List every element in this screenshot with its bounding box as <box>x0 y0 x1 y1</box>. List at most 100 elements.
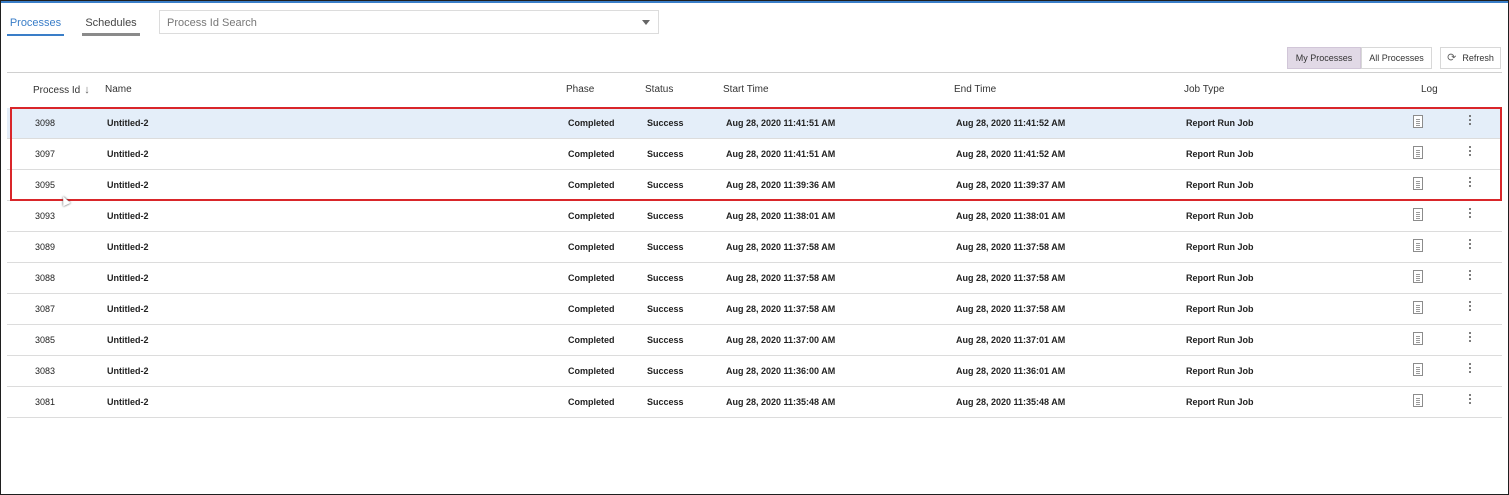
table-row[interactable]: 3083 Untitled-2 Completed Success Aug 28, 20… <box>7 356 1502 387</box>
cell-job-type: Report Run Job <box>1186 149 1254 159</box>
cell-name: Untitled-2 <box>107 397 149 407</box>
table-row[interactable]: 3097 Untitled-2 Completed Success Aug 28, 20… <box>7 139 1502 170</box>
cell-status: Success <box>647 211 684 221</box>
table-row[interactable]: 3089 Untitled-2 Completed Success Aug 28, 20… <box>7 232 1502 263</box>
process-id-search-combobox[interactable]: Process Id Search <box>159 10 659 34</box>
cell-name: Untitled-2 <box>107 118 149 128</box>
log-document-icon[interactable] <box>1413 239 1423 252</box>
tab-schedules[interactable]: Schedules <box>82 14 140 36</box>
header-process-id[interactable]: Process Id ↓ <box>33 84 90 96</box>
more-options-icon[interactable] <box>1468 363 1471 375</box>
header-end-time: End Time <box>954 84 997 95</box>
log-document-icon[interactable] <box>1413 208 1423 221</box>
cell-process-id: 3089 <box>35 242 56 252</box>
header-log: Log <box>1421 84 1438 95</box>
table-row[interactable]: 3085 Untitled-2 Completed Success Aug 28, 20… <box>7 325 1502 356</box>
more-options-icon[interactable] <box>1468 146 1471 158</box>
table-row[interactable]: 3098 Untitled-2 Completed Success Aug 28, 20… <box>7 108 1502 139</box>
more-options-icon[interactable] <box>1468 177 1471 189</box>
sort-descending-icon[interactable]: ↓ <box>84 84 90 96</box>
log-document-icon[interactable] <box>1413 332 1423 345</box>
cell-name: Untitled-2 <box>107 180 149 190</box>
header-job-type: Job Type <box>1184 84 1225 95</box>
cell-process-id: 3093 <box>35 211 56 221</box>
cell-status: Success <box>647 149 684 159</box>
log-document-icon[interactable] <box>1413 177 1423 190</box>
cell-name: Untitled-2 <box>107 304 149 314</box>
log-document-icon[interactable] <box>1413 301 1423 314</box>
more-options-icon[interactable] <box>1468 115 1471 127</box>
cell-end-time: Aug 28, 2020 11:37:01 AM <box>956 335 1066 345</box>
header-process-id-label: Process Id <box>33 85 81 96</box>
cell-start-time: Aug 28, 2020 11:41:51 AM <box>726 118 836 128</box>
more-options-icon[interactable] <box>1468 394 1471 406</box>
refresh-label: Refresh <box>1462 53 1494 63</box>
cell-process-id: 3081 <box>35 397 56 407</box>
cell-process-id: 3087 <box>35 304 56 314</box>
cell-job-type: Report Run Job <box>1186 304 1254 314</box>
log-document-icon[interactable] <box>1413 363 1423 376</box>
cell-job-type: Report Run Job <box>1186 180 1254 190</box>
tab-underline <box>82 33 140 36</box>
cell-phase: Completed <box>568 149 615 159</box>
cell-phase: Completed <box>568 242 615 252</box>
more-options-icon[interactable] <box>1468 208 1471 220</box>
cell-start-time: Aug 28, 2020 11:36:00 AM <box>726 366 836 376</box>
header-name: Name <box>105 84 132 95</box>
cell-end-time: Aug 28, 2020 11:37:58 AM <box>956 304 1066 314</box>
cell-phase: Completed <box>568 118 615 128</box>
cell-job-type: Report Run Job <box>1186 335 1254 345</box>
chevron-down-icon[interactable] <box>642 20 650 25</box>
cell-status: Success <box>647 397 684 407</box>
cell-phase: Completed <box>568 211 615 221</box>
cell-phase: Completed <box>568 180 615 190</box>
cell-status: Success <box>647 366 684 376</box>
cell-name: Untitled-2 <box>107 149 149 159</box>
cell-process-id: 3097 <box>35 149 56 159</box>
cell-end-time: Aug 28, 2020 11:37:58 AM <box>956 242 1066 252</box>
cell-status: Success <box>647 242 684 252</box>
cell-start-time: Aug 28, 2020 11:35:48 AM <box>726 397 836 407</box>
my-processes-button[interactable]: My Processes <box>1287 47 1361 69</box>
table-row[interactable]: 3081 Untitled-2 Completed Success Aug 28, 20… <box>7 387 1502 418</box>
cell-status: Success <box>647 335 684 345</box>
cell-status: Success <box>647 180 684 190</box>
more-options-icon[interactable] <box>1468 301 1471 313</box>
log-document-icon[interactable] <box>1413 115 1423 128</box>
cell-job-type: Report Run Job <box>1186 397 1254 407</box>
table-row[interactable]: 3095 Untitled-2 Completed Success Aug 28, 20… <box>7 170 1502 201</box>
header-start-time: Start Time <box>723 84 769 95</box>
cell-phase: Completed <box>568 397 615 407</box>
more-options-icon[interactable] <box>1468 239 1471 251</box>
cell-start-time: Aug 28, 2020 11:37:58 AM <box>726 273 836 283</box>
more-options-icon[interactable] <box>1468 270 1471 282</box>
cell-end-time: Aug 28, 2020 11:41:52 AM <box>956 149 1066 159</box>
table-row[interactable]: 3093 Untitled-2 Completed Success Aug 28, 20… <box>7 201 1502 232</box>
cell-process-id: 3085 <box>35 335 56 345</box>
cell-job-type: Report Run Job <box>1186 211 1254 221</box>
table-row[interactable]: 3087 Untitled-2 Completed Success Aug 28, 20… <box>7 294 1502 325</box>
cell-end-time: Aug 28, 2020 11:38:01 AM <box>956 211 1066 221</box>
log-document-icon[interactable] <box>1413 146 1423 159</box>
log-document-icon[interactable] <box>1413 394 1423 407</box>
more-options-icon[interactable] <box>1468 332 1471 344</box>
tab-processes[interactable]: Processes <box>7 14 64 36</box>
cell-start-time: Aug 28, 2020 11:41:51 AM <box>726 149 836 159</box>
cell-start-time: Aug 28, 2020 11:37:58 AM <box>726 242 836 252</box>
top-accent-bar <box>1 1 1508 3</box>
cell-job-type: Report Run Job <box>1186 273 1254 283</box>
table-row[interactable]: 3088 Untitled-2 Completed Success Aug 28, 20… <box>7 263 1502 294</box>
cell-name: Untitled-2 <box>107 335 149 345</box>
cell-end-time: Aug 28, 2020 11:39:37 AM <box>956 180 1066 190</box>
log-document-icon[interactable] <box>1413 270 1423 283</box>
cell-start-time: Aug 28, 2020 11:37:58 AM <box>726 304 836 314</box>
cell-status: Success <box>647 273 684 283</box>
cell-job-type: Report Run Job <box>1186 118 1254 128</box>
cell-start-time: Aug 28, 2020 11:38:01 AM <box>726 211 836 221</box>
cell-phase: Completed <box>568 335 615 345</box>
all-processes-button[interactable]: All Processes <box>1361 47 1432 69</box>
cell-name: Untitled-2 <box>107 273 149 283</box>
search-placeholder: Process Id Search <box>167 17 257 29</box>
refresh-button[interactable]: ⟳ Refresh <box>1440 47 1501 69</box>
cell-job-type: Report Run Job <box>1186 366 1254 376</box>
